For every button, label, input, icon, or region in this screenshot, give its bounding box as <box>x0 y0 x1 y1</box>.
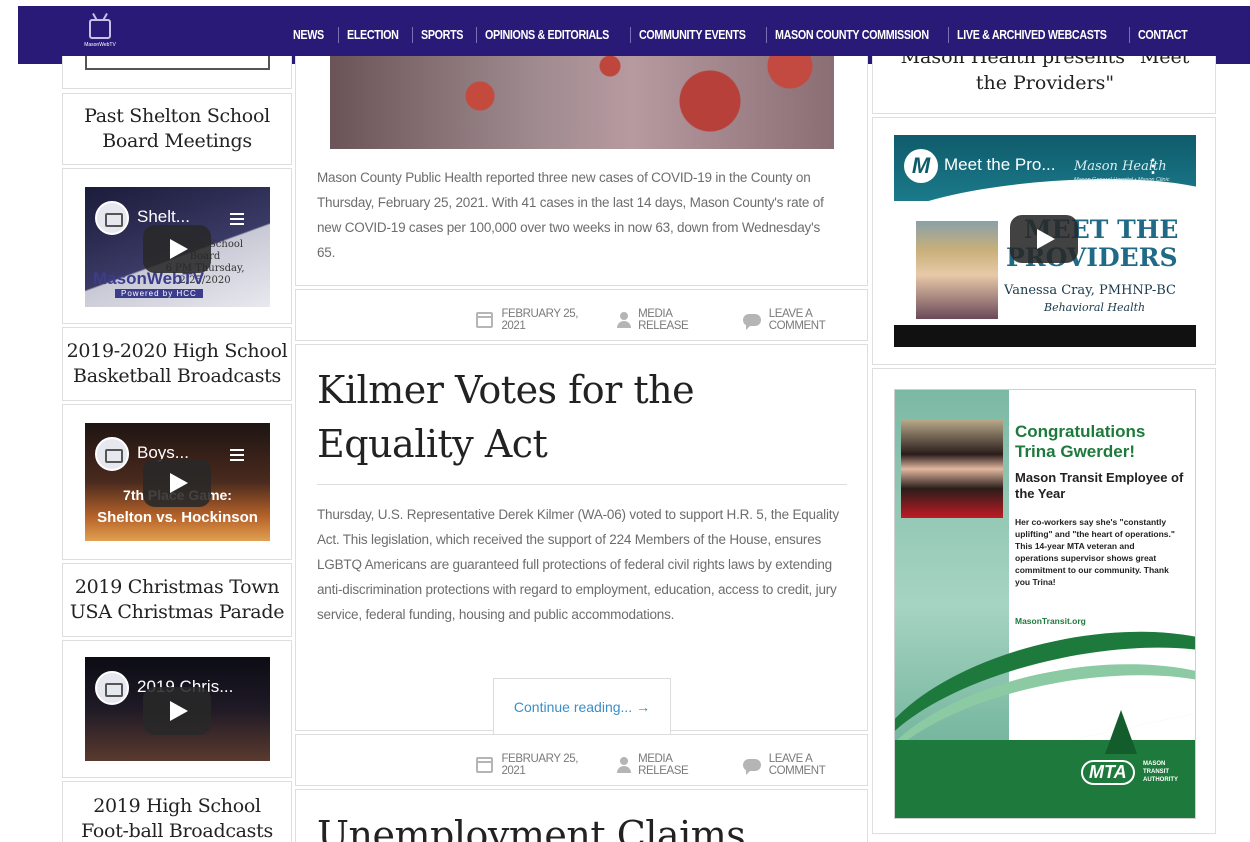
widget-title-basketball: 2019-2020 High School Basketball Broadca… <box>62 327 292 401</box>
play-button-icon[interactable] <box>143 225 211 273</box>
nav-separator <box>948 27 949 43</box>
mta-logo: MTA <box>1081 760 1135 785</box>
video-widget-shelton-board: Shelt... Shelton School Board 6 PM Thurs… <box>62 168 292 324</box>
channel-avatar-icon <box>95 671 129 705</box>
post-card-unemployment: Unemployment Claims <box>295 789 868 842</box>
video-thumbnail[interactable]: M Meet the Pro... Mason Health Mason Gen… <box>894 135 1196 347</box>
nav-separator <box>766 27 767 43</box>
calendar-icon <box>476 757 494 773</box>
widget-frame <box>85 56 270 70</box>
play-button-icon[interactable] <box>143 459 211 507</box>
nav-separator <box>412 27 413 43</box>
author-icon <box>616 757 632 773</box>
video-bottom-bar <box>894 325 1196 347</box>
video-brand-sub: Powered by HCC <box>115 289 203 298</box>
post-card-kilmer: Kilmer Votes for the Equality Act Thursd… <box>295 344 868 736</box>
video-title: Meet the Pro... <box>944 155 1056 174</box>
ad-url[interactable]: MasonTransit.org <box>1015 616 1086 626</box>
widget-title-text: 2019-2020 High School Basketball Broadca… <box>66 340 288 387</box>
overlay-line: Shelton vs. Hockinson <box>97 509 258 526</box>
post-title[interactable]: Unemployment Claims <box>317 808 746 842</box>
nav-item-sports[interactable]: SPORTS <box>421 28 463 42</box>
widget-mason-health-title: Mason Health presents "Meet the Provider… <box>872 56 1216 114</box>
post-featured-image[interactable] <box>330 56 834 149</box>
leave-comment-link[interactable]: LEAVE A COMMENT <box>769 308 867 332</box>
mta-ad-banner[interactable]: Congratulations Trina Gwerder! Mason Tra… <box>894 389 1196 819</box>
widget-title-text: Past Shelton School Board Meetings <box>84 105 270 152</box>
video-thumbnail[interactable]: Shelt... Shelton School Board 6 PM Thurs… <box>85 187 270 307</box>
post-meta: FEBRUARY 25, 2021 MEDIA RELEASE LEAVE A … <box>476 753 867 777</box>
nav-item-opinions-editorials[interactable]: OPINIONS & EDITORIALS <box>485 28 609 42</box>
post-title[interactable]: Kilmer Votes for the Equality Act <box>317 363 695 471</box>
post-title-line[interactable]: Kilmer Votes for the <box>317 363 695 417</box>
ad-subhead: Mason Transit Employee of the Year <box>1015 470 1184 501</box>
logo-text: MasonWebTV <box>84 42 116 48</box>
nav-item-election[interactable]: ELECTION <box>347 28 399 42</box>
nav-separator <box>476 27 477 43</box>
kebab-menu-icon[interactable]: ⋮ <box>1144 157 1162 175</box>
tv-logo-icon <box>89 19 111 39</box>
ad-headline: Congratulations Trina Gwerder! <box>1015 422 1146 461</box>
widget-title-text: Mason Health presents "Meet the Provider… <box>900 56 1190 94</box>
video-widget-meet-providers: M Meet the Pro... Mason Health Mason Gen… <box>872 117 1216 365</box>
play-button-icon[interactable] <box>1010 215 1078 263</box>
widget-title-christmas-parade: 2019 Christmas Town USA Christmas Parade <box>62 563 292 637</box>
video-title: Shelt... <box>137 207 190 226</box>
play-button-icon[interactable] <box>143 687 211 735</box>
author-icon <box>616 312 632 328</box>
widget-title-text: 2019 Christmas Town USA Christmas Parade <box>69 576 285 623</box>
video-brand-sub: Mason General Hospital • Mason Clinic <box>1074 177 1170 183</box>
site-logo[interactable]: MasonWebTV <box>80 11 120 57</box>
widget-title-text: 2019 High School Foot-ball Broadcasts <box>81 795 273 842</box>
comment-icon <box>743 314 761 330</box>
continue-reading-button[interactable]: Continue reading... → <box>493 678 671 736</box>
post-date[interactable]: FEBRUARY 25, 2021 <box>501 753 600 777</box>
nav-separator <box>338 27 339 43</box>
post-excerpt: Thursday, U.S. Representative Derek Kilm… <box>317 507 839 622</box>
video-thumbnail[interactable]: Boys... 7th Place Game: Shelton vs. Hock… <box>85 423 270 541</box>
comment-icon <box>743 759 761 775</box>
nav-item-live-archived-webcasts[interactable]: LIVE & ARCHIVED WEBCASTS <box>957 28 1107 42</box>
nav-item-contact[interactable]: CONTACT <box>1138 28 1188 42</box>
tree-icon <box>1105 710 1137 754</box>
mason-health-logo-icon: M <box>904 149 938 183</box>
calendar-icon <box>476 312 494 328</box>
channel-avatar-icon <box>95 201 129 235</box>
ad-body: Her co-workers say she's "constantly upl… <box>1015 517 1175 587</box>
widget-title-football: 2019 High School Foot-ball Broadcasts <box>62 781 292 842</box>
video-widget-christmas-parade: 2019 Chris... <box>62 640 292 778</box>
title-divider <box>317 484 847 485</box>
employee-photo <box>901 420 1003 518</box>
post-meta: FEBRUARY 25, 2021 MEDIA RELEASE LEAVE A … <box>476 308 867 332</box>
widget-title-shelton-board: Past Shelton School Board Meetings <box>62 93 292 165</box>
post-author[interactable]: MEDIA RELEASE <box>638 753 721 777</box>
nav-item-mason-county-commission[interactable]: MASON COUNTY COMMISSION <box>775 28 929 42</box>
post-meta-bar-covid: FEBRUARY 25, 2021 MEDIA RELEASE LEAVE A … <box>295 289 868 341</box>
provider-name: Vanessa Cray, PMHNP-BC <box>1004 283 1176 298</box>
post-title-line[interactable]: Equality Act <box>317 417 694 471</box>
video-widget-basketball: Boys... 7th Place Game: Shelton vs. Hock… <box>62 404 292 560</box>
post-author[interactable]: MEDIA RELEASE <box>638 308 721 332</box>
channel-avatar-icon <box>95 437 129 471</box>
post-meta-bar-kilmer: FEBRUARY 25, 2021 MEDIA RELEASE LEAVE A … <box>295 734 868 786</box>
playlist-icon[interactable] <box>230 449 244 461</box>
mta-logo-sub: MASON TRANSIT AUTHORITY <box>1143 761 1178 783</box>
post-excerpt: Mason County Public Health reported thre… <box>317 170 824 260</box>
mta-ad-widget: Congratulations Trina Gwerder! Mason Tra… <box>872 368 1216 834</box>
video-thumbnail[interactable]: 2019 Chris... <box>85 657 270 761</box>
nav-item-community-events[interactable]: COMMUNITY EVENTS <box>639 28 746 42</box>
post-date[interactable]: FEBRUARY 25, 2021 <box>501 308 600 332</box>
provider-photo <box>916 221 998 319</box>
nav-separator <box>1129 27 1130 43</box>
post-card-covid: Mason County Public Health reported thre… <box>295 56 868 286</box>
provider-role: Behavioral Health <box>1044 301 1146 314</box>
nav-item-news[interactable]: NEWS <box>293 28 324 42</box>
playlist-icon[interactable] <box>230 213 244 225</box>
nav-separator <box>630 27 631 43</box>
leave-comment-link[interactable]: LEAVE A COMMENT <box>769 753 867 777</box>
sidebar-widget-partial <box>62 56 292 89</box>
